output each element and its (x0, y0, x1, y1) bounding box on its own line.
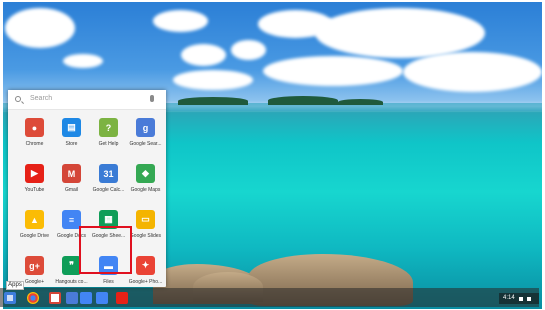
google-plus-icon: g+ (25, 256, 44, 275)
app-tile[interactable]: ▲ Google Drive (16, 204, 53, 248)
cloud (173, 70, 253, 90)
app-launcher-button[interactable] (4, 292, 16, 304)
cloud (315, 8, 485, 58)
app-tile[interactable]: ▭ Google Slides (127, 204, 164, 248)
app-label: YouTube (24, 187, 45, 193)
apps-tooltip: Apps (6, 281, 24, 290)
app-label: Google Sear... (129, 141, 162, 147)
app-label: Google Drive (19, 233, 50, 239)
chrome-icon: ● (25, 118, 44, 137)
app-tile[interactable]: ? Get Help (90, 112, 127, 156)
search-input[interactable]: Search (30, 95, 52, 102)
cloud (403, 52, 542, 92)
cloud (231, 40, 266, 60)
app-tile[interactable]: ◆ Google Maps (127, 158, 164, 202)
app-tile[interactable]: 31 Google Calc... (90, 158, 127, 202)
cloud (5, 8, 75, 48)
app-label: Chrome (25, 141, 44, 147)
get-help-icon: ? (99, 118, 118, 137)
app-label: Store (65, 141, 78, 147)
app-tile[interactable]: ● Chrome (16, 112, 53, 156)
app-tile[interactable]: ✦ Google+ Pho... (127, 250, 164, 294)
google-maps-icon: ◆ (136, 164, 155, 183)
app-tile[interactable]: g Google Sear... (127, 112, 164, 156)
wifi-icon (518, 296, 523, 301)
island (178, 97, 248, 105)
google-photos-icon: ✦ (136, 256, 155, 275)
search-icon (15, 96, 21, 102)
island (268, 96, 338, 105)
app-tile[interactable]: M Gmail (53, 158, 90, 202)
cloud (181, 44, 226, 66)
google-search-icon: g (136, 118, 155, 137)
app-label: Google Maps (130, 187, 161, 193)
cloud (153, 10, 208, 32)
app-label: Gmail (64, 187, 79, 193)
google-slides-icon: ▭ (136, 210, 155, 229)
app-label: Hangouts co... (55, 279, 88, 285)
gmail-icon: M (62, 164, 81, 183)
cloud (263, 56, 403, 86)
youtube-icon: ▶ (25, 164, 44, 183)
app-label: Google Calc... (92, 187, 125, 193)
search-box[interactable]: Search (8, 90, 166, 110)
files-highlight-box (79, 226, 132, 274)
google-calculator-icon: 31 (99, 164, 118, 183)
app-label: Get Help (98, 141, 119, 147)
microphone-icon[interactable] (150, 95, 154, 102)
cloud (63, 54, 103, 68)
clock: 4:14 (503, 295, 515, 301)
island (338, 99, 383, 105)
status-area[interactable]: 4:14 (499, 293, 539, 304)
app-tile[interactable]: ▶ YouTube (16, 158, 53, 202)
battery-icon (526, 296, 531, 301)
app-tile[interactable]: ▤ Store (53, 112, 90, 156)
store-icon: ▤ (62, 118, 81, 137)
google-drive-icon: ▲ (25, 210, 44, 229)
app-label: Files (103, 279, 114, 285)
app-label: Google+ Pho... (128, 279, 163, 285)
